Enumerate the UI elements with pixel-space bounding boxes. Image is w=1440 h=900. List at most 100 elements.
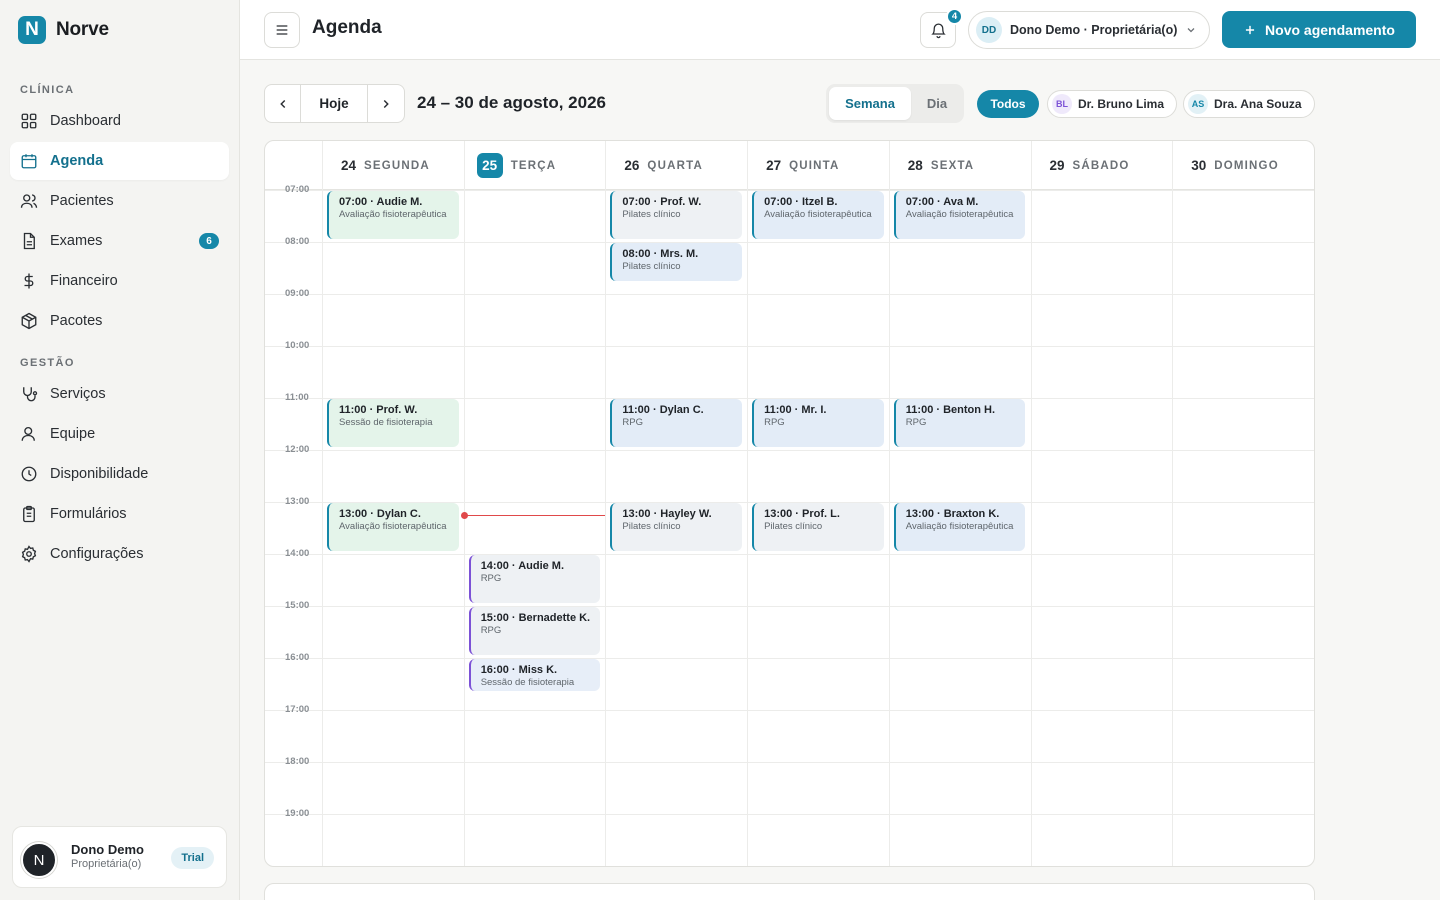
sidebar-item-agenda[interactable]: Agenda (10, 142, 229, 180)
account-avatar: DD (976, 17, 1002, 43)
stethoscope-icon (23, 387, 38, 402)
day-number: 29 (1049, 158, 1065, 173)
users-icon (20, 194, 38, 208)
hour-label: 18:00 (285, 756, 310, 767)
appointment-card[interactable]: 07:00 · Audie M. Avaliação fisioterapêuti… (327, 191, 459, 239)
sidebar-item-formularios[interactable]: Formulários (10, 495, 229, 533)
sidebar-item-pacotes[interactable]: Pacotes (10, 302, 229, 340)
account-menu-button[interactable]: DD Dono Demo · Proprietária(o) (968, 11, 1210, 49)
next-week-button[interactable] (368, 85, 404, 122)
sidebar-item-exames[interactable]: Exames 6 (10, 222, 229, 260)
avatar: N (21, 842, 57, 878)
notifications-button[interactable]: 4 (920, 8, 963, 48)
appointment-card[interactable]: 11:00 · Dylan C. RPG (610, 399, 743, 447)
appointment-card[interactable]: 11:00 · Benton H. RPG (893, 399, 1026, 447)
hour-label: 07:00 (285, 184, 310, 195)
day-header[interactable]: 24 SEGUNDA (322, 141, 464, 190)
filter-doctor-bruno-chip[interactable]: BL Dr. Bruno Lima (1047, 90, 1178, 118)
appointment-card[interactable]: 07:00 · Prof. W. Pilates clínico (610, 191, 743, 239)
view-day-tab[interactable]: Dia (913, 87, 961, 120)
sidebar-item-label: Formulários (50, 506, 127, 522)
day-number: 27 (766, 158, 782, 173)
sidebar-item-label: Agenda (50, 153, 104, 169)
prev-week-button[interactable] (265, 85, 301, 122)
date-range-title: 24 – 30 de agosto, 2026 (417, 93, 606, 112)
appointment-card[interactable]: 07:00 · Ava M. Avaliação fisioterapêutica (893, 191, 1026, 239)
appointment-service: Pilates clínico (622, 521, 681, 532)
sidebar-item-label: Serviços (50, 386, 106, 402)
sidebar-item-configuracoes[interactable]: Configurações (10, 535, 229, 573)
hour-gridline (265, 242, 1314, 243)
day-header[interactable]: 25 TERÇA (463, 141, 606, 190)
column-divider (888, 190, 890, 866)
hour-label: 15:00 (285, 600, 310, 611)
user-card[interactable]: N Dono Demo Proprietária(o) Trial (12, 826, 227, 888)
filter-doctor-ana-chip[interactable]: AS Dra. Ana Souza (1183, 90, 1315, 118)
appointment-card[interactable]: 11:00 · Mr. I. RPG (752, 399, 884, 447)
appointment-card[interactable]: 16:00 · Miss K. Sessão de fisioterapia (468, 659, 601, 692)
appointment-title: 14:00 · Audie M. (480, 560, 565, 572)
sidebar-item-servicos[interactable]: Serviços (10, 375, 229, 413)
day-number: 28 (907, 158, 923, 173)
dollar-icon (24, 273, 34, 289)
day-header[interactable]: 30 DOMINGO (1172, 141, 1314, 190)
sidebar-item-label: Equipe (50, 426, 96, 442)
appointment-card[interactable]: 13:00 · Prof. L. Pilates clínico (752, 503, 884, 551)
day-header[interactable]: 29 SÁBADO (1030, 141, 1173, 190)
appointment-service: Pilates clínico (622, 209, 681, 220)
user-icon (21, 426, 35, 441)
appointment-card[interactable]: 08:00 · Mrs. M. Pilates clínico (610, 243, 743, 281)
appointment-service: Sessão de fisioterapia (480, 677, 575, 688)
chevron-left-icon (279, 99, 285, 108)
brand-logo: N (18, 16, 46, 44)
calendar-header: 24 SEGUNDA 25 TERÇA 26 QUARTA 27 QUINTA 28 SEXTA 2… (265, 141, 1314, 190)
sidebar-item-dashboard[interactable]: Dashboard (10, 102, 229, 140)
current-time-line (463, 515, 606, 516)
menu-button[interactable] (264, 12, 300, 48)
appointment-card[interactable]: 13:00 · Hayley W. Pilates clínico (610, 503, 743, 551)
day-number: 30 (1191, 158, 1207, 173)
appointment-card[interactable]: 15:00 · Bernadette K. RPG (468, 607, 601, 655)
day-name: SEXTA (930, 159, 975, 172)
hour-gridline (265, 762, 1314, 763)
sidebar-item-financeiro[interactable]: Financeiro (10, 262, 229, 300)
sidebar-item-pacientes[interactable]: Pacientes (10, 182, 229, 220)
appointment-card[interactable]: 11:00 · Prof. W. Sessão de fisioterapia (327, 399, 459, 447)
day-header[interactable]: 28 SEXTA (888, 141, 1031, 190)
filter-all-chip[interactable]: Todos (977, 90, 1039, 118)
appointment-card[interactable]: 07:00 · Itzel B. Avaliação fisioterapêuti… (752, 191, 884, 239)
day-name: SEGUNDA (364, 159, 430, 172)
appointment-card[interactable]: 14:00 · Audie M. RPG (468, 555, 601, 603)
appointment-service: RPG (905, 417, 927, 428)
appointment-service: Sessão de fisioterapia (339, 417, 433, 428)
day-header[interactable]: 26 QUARTA (605, 141, 747, 190)
appointment-card[interactable]: 13:00 · Braxton K. Avaliação fisioterapêu… (893, 503, 1026, 551)
appointment-service: Pilates clínico (764, 521, 823, 532)
clock-icon (21, 466, 37, 482)
appointment-card[interactable]: 13:00 · Dylan C. Avaliação fisioterapêuti… (327, 503, 459, 551)
sidebar-item-equipe[interactable]: Equipe (10, 415, 229, 453)
hour-label: 19:00 (285, 808, 310, 819)
sidebar-item-label: Configurações (50, 546, 144, 562)
sidebar-item-label: Pacientes (50, 193, 114, 209)
column-divider (1172, 190, 1174, 866)
brand[interactable]: N Norve (18, 16, 109, 44)
appointment-service: Avaliação fisioterapêutica (905, 521, 1014, 532)
hour-gridline (265, 450, 1314, 451)
hour-gridline (265, 554, 1314, 555)
hamburger-icon (276, 25, 288, 35)
doctor-name: Dr. Bruno Lima (1078, 97, 1165, 111)
today-button[interactable]: Hoje (301, 85, 368, 122)
day-name: TERÇA (510, 159, 557, 172)
page-title: Agenda (312, 17, 382, 38)
view-week-tab[interactable]: Semana (829, 87, 911, 120)
new-appointment-button[interactable]: Novo agendamento (1222, 11, 1416, 48)
column-divider (747, 190, 749, 866)
bottom-panel (264, 883, 1315, 900)
sidebar-item-disponibilidade[interactable]: Disponibilidade (10, 455, 229, 493)
appointment-title: 15:00 · Bernadette K. (480, 612, 591, 624)
appointment-title: 13:00 · Braxton K. (905, 508, 1000, 520)
hour-label: 10:00 (285, 340, 310, 351)
day-header[interactable]: 27 QUINTA (747, 141, 889, 190)
sidebar: N Norve CLÍNICA Dashboard Agenda Pacient… (0, 0, 240, 900)
